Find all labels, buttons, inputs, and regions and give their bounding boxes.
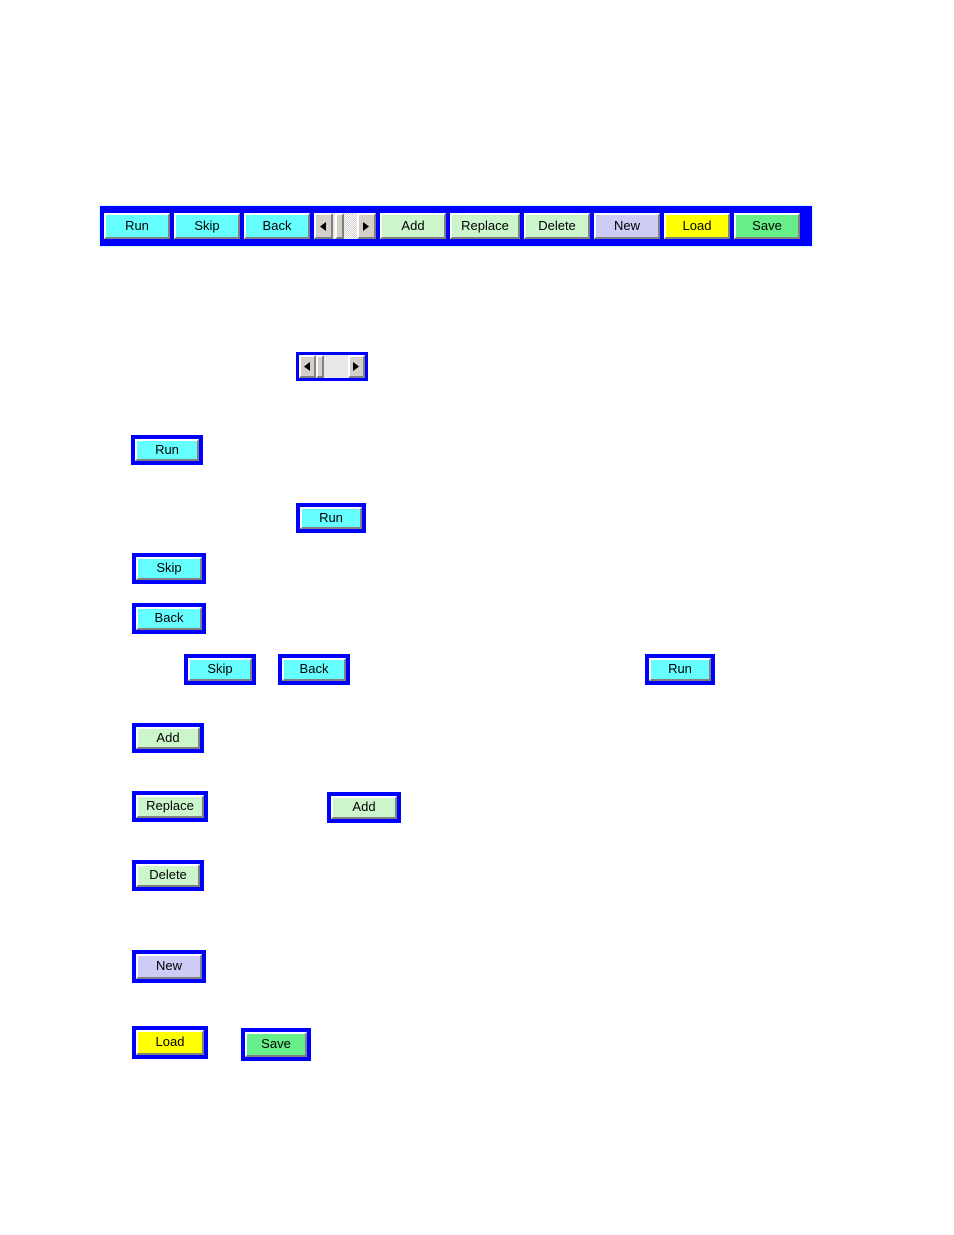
callout-button-replace-1[interactable]: Replace	[136, 795, 204, 818]
callout-frame-run-1: Run	[131, 435, 203, 465]
left-arrow-icon[interactable]	[314, 213, 333, 239]
callout-button-label: New	[155, 958, 182, 973]
scrollbar-track[interactable]	[316, 355, 348, 378]
callout-button-label: Run	[155, 441, 179, 457]
main-button-bar: Run Skip Back Add Replace Delete New Load Save	[100, 206, 812, 246]
callout-button-add-1[interactable]: Add	[136, 727, 200, 749]
callout-frame-back-2: Back	[278, 654, 350, 685]
scrollbar-thumb[interactable]	[316, 355, 324, 378]
callout-button-label: Skip	[156, 560, 182, 575]
callout-button-new-1[interactable]: New	[136, 954, 202, 979]
callout-button-label: Skip	[207, 661, 233, 676]
toolbar-button-label: Delete	[538, 217, 576, 233]
callout-button-back-1[interactable]: Back	[136, 607, 202, 630]
toolbar-button-replace[interactable]: Replace	[450, 213, 520, 239]
callout-frame-save-1: Save	[241, 1028, 311, 1061]
toolbar-button-load[interactable]: Load	[664, 213, 730, 239]
callout-button-label: Load	[155, 1034, 185, 1049]
callout-button-skip-1[interactable]: Skip	[136, 557, 202, 580]
toolbar-button-label: Replace	[461, 217, 509, 233]
toolbar-button-label: Load	[682, 217, 712, 233]
callout-button-label: Run	[668, 661, 692, 676]
callout-frame-skip-1: Skip	[132, 553, 206, 584]
toolbar-button-skip[interactable]: Skip	[174, 213, 240, 239]
callout-frame-run-2: Run	[296, 503, 366, 533]
callout-frame-replace-1: Replace	[132, 791, 208, 822]
toolbar-button-label: Back	[262, 217, 292, 233]
callout-button-delete-1[interactable]: Delete	[136, 864, 200, 887]
callout-button-add-2[interactable]: Add	[331, 796, 397, 819]
scrollbar-thumb[interactable]	[334, 213, 344, 239]
callout-frame-add-1: Add	[132, 723, 204, 753]
callout-button-back-2[interactable]: Back	[282, 658, 346, 681]
scrollbar-callout-frame	[296, 352, 368, 381]
toolbar-button-label: Run	[125, 217, 149, 233]
callout-frame-load-1: Load	[132, 1026, 208, 1059]
callout-frame-run-3: Run	[645, 654, 715, 685]
callout-button-label: Add	[352, 799, 376, 814]
toolbar-button-save[interactable]: Save	[734, 213, 800, 239]
record-position-scrollbar[interactable]	[314, 213, 376, 239]
callout-frame-add-2: Add	[327, 792, 401, 823]
toolbar-button-delete[interactable]: Delete	[524, 213, 590, 239]
callout-button-label: Run	[319, 509, 343, 525]
callout-button-label: Back	[299, 661, 329, 676]
callout-button-label: Add	[156, 729, 180, 745]
toolbar-button-new[interactable]: New	[594, 213, 660, 239]
toolbar-button-run[interactable]: Run	[104, 213, 170, 239]
callout-button-load-1[interactable]: Load	[136, 1030, 204, 1055]
right-arrow-icon[interactable]	[357, 213, 376, 239]
left-arrow-icon[interactable]	[299, 355, 316, 378]
toolbar-button-add[interactable]: Add	[380, 213, 446, 239]
toolbar-button-label: Save	[752, 217, 782, 233]
callout-frame-skip-2: Skip	[184, 654, 256, 685]
toolbar-button-back[interactable]: Back	[244, 213, 310, 239]
toolbar-outer-glow: Run Skip Back Add Replace Delete New Load Save	[99, 205, 813, 247]
toolbar-button-label: Add	[401, 217, 425, 233]
toolbar-button-label: Skip	[194, 217, 220, 233]
callout-button-run-2[interactable]: Run	[300, 507, 362, 529]
callout-button-label: Replace	[146, 798, 194, 813]
callout-button-run-1[interactable]: Run	[135, 439, 199, 461]
callout-button-skip-2[interactable]: Skip	[188, 658, 252, 681]
scrollbar-track[interactable]	[333, 213, 357, 239]
callout-button-label: Delete	[149, 867, 187, 882]
callout-button-label: Save	[261, 1036, 291, 1051]
callout-frame-new-1: New	[132, 950, 206, 983]
record-position-scrollbar[interactable]	[299, 355, 365, 378]
toolbar-button-label: New	[613, 217, 640, 233]
right-arrow-icon[interactable]	[348, 355, 365, 378]
callout-button-run-3[interactable]: Run	[649, 658, 711, 681]
callout-frame-delete-1: Delete	[132, 860, 204, 891]
callout-button-save-1[interactable]: Save	[245, 1032, 307, 1057]
callout-button-label: Back	[154, 610, 184, 625]
callout-frame-back-1: Back	[132, 603, 206, 634]
